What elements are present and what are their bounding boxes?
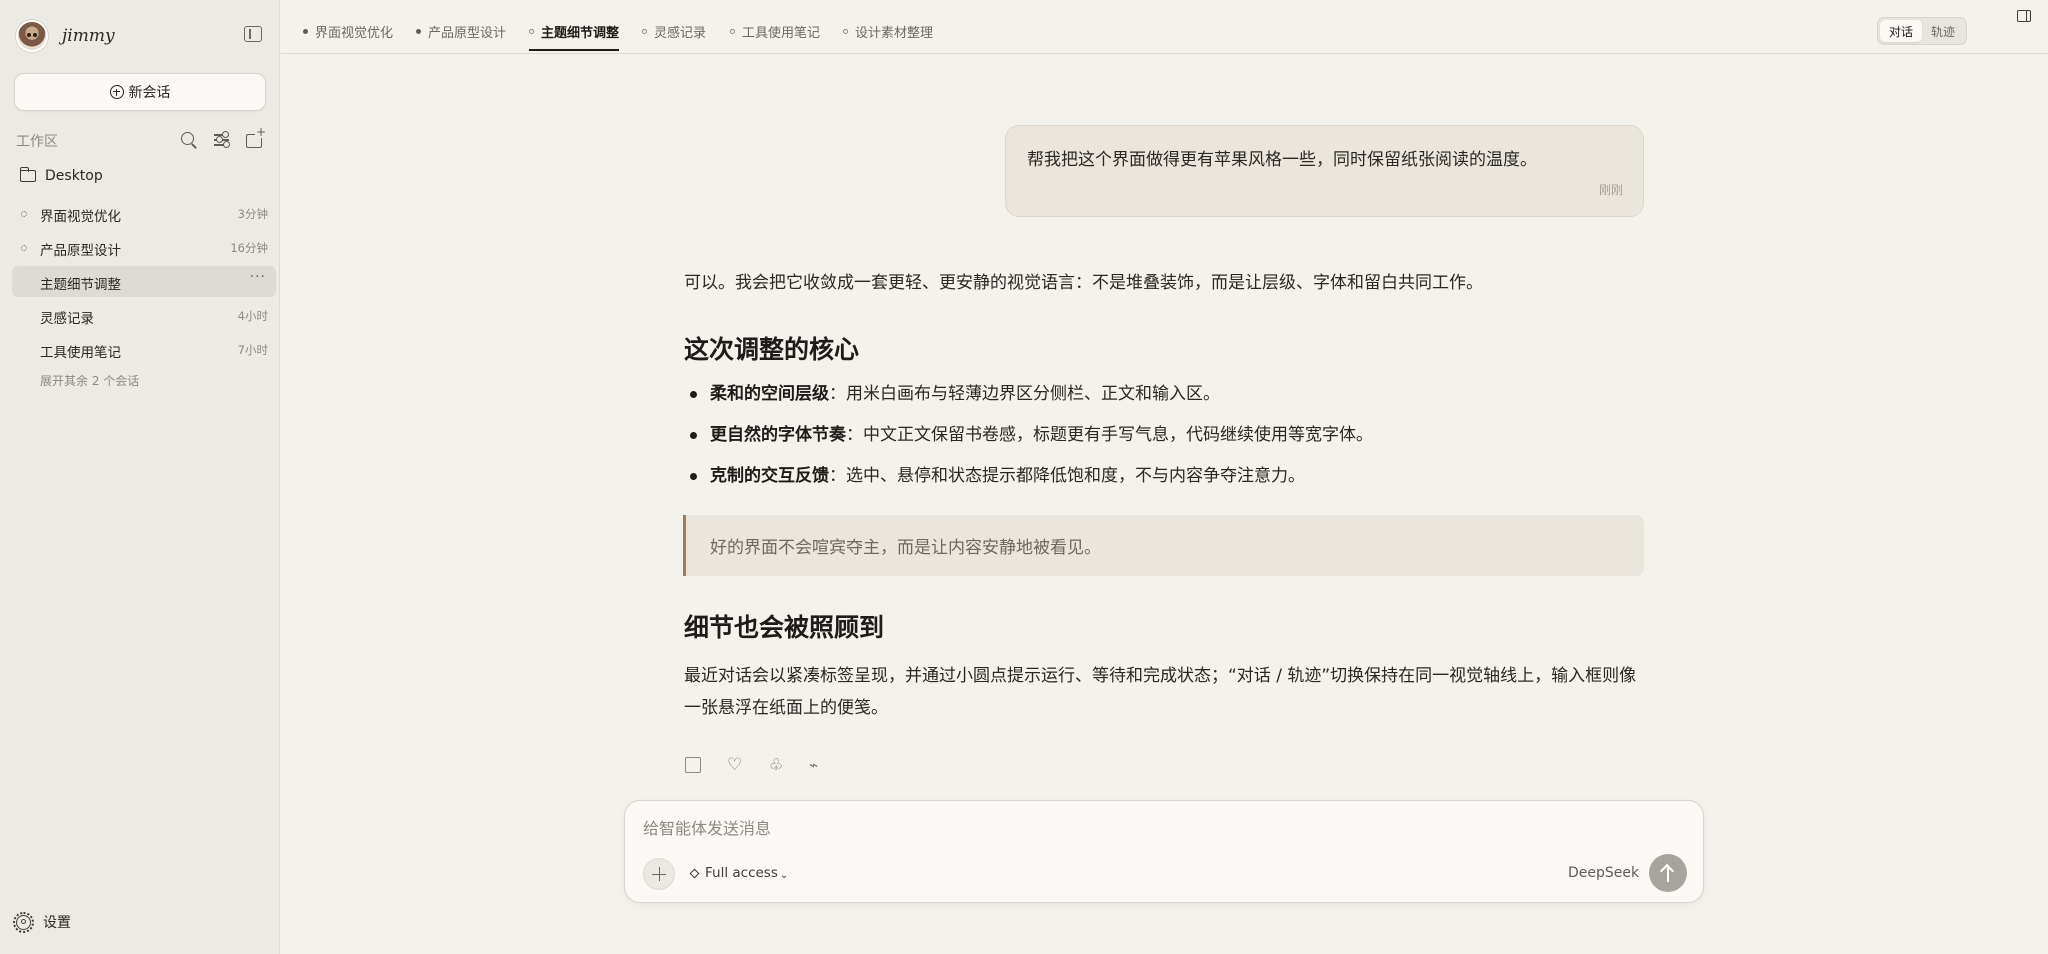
folder-name: Desktop bbox=[45, 168, 103, 184]
tab-label: 灵感记录 bbox=[654, 26, 707, 41]
bullet-bold: 克制的交互反馈 bbox=[710, 466, 829, 486]
sidebar-conversation[interactable]: 工具使用笔记 7小时 bbox=[12, 334, 276, 365]
plus-circle-icon bbox=[109, 85, 124, 99]
avatar[interactable] bbox=[16, 20, 48, 52]
view-toggle-chat[interactable]: 对话 bbox=[1880, 20, 1922, 42]
brand: jimmy bbox=[16, 20, 115, 52]
chevron-down-icon: ⌄ bbox=[779, 869, 789, 881]
status-dot-icon bbox=[21, 245, 27, 251]
more-options-icon[interactable]: ··· bbox=[250, 269, 266, 285]
message-input[interactable] bbox=[643, 819, 1543, 838]
copy-icon[interactable] bbox=[685, 757, 701, 773]
tab-conversation[interactable]: 产品原型设计 bbox=[416, 22, 506, 41]
access-label: Full access bbox=[705, 865, 778, 881]
sidebar-conversation[interactable]: 灵感记录 4小时 bbox=[12, 300, 276, 331]
assistant-intro: 可以。我会把它收敛成一套更轻、更安静的视觉语言：不是堆叠装饰，而是让层级、字体和… bbox=[684, 273, 1483, 293]
attach-plus-button[interactable] bbox=[643, 858, 675, 890]
heart-icon[interactable]: ♡ bbox=[727, 757, 745, 775]
conversation-time: 3分钟 bbox=[237, 207, 268, 221]
new-folder-icon[interactable] bbox=[245, 126, 268, 149]
conversation-time: 4小时 bbox=[237, 309, 268, 323]
tab-label: 主题细节调整 bbox=[541, 26, 620, 41]
idle-dot-icon bbox=[730, 29, 735, 34]
status-dot-icon bbox=[21, 211, 27, 217]
tab-conversation[interactable]: 设计素材整理 bbox=[843, 22, 933, 41]
diamond-icon bbox=[689, 868, 700, 878]
running-dot-icon bbox=[416, 29, 421, 34]
conversation-title: 工具使用笔记 bbox=[40, 345, 121, 361]
idle-dot-icon bbox=[642, 29, 647, 34]
view-toggle-trace[interactable]: 轨迹 bbox=[1922, 20, 1964, 42]
tab-conversation-active[interactable]: 主题细节调整 bbox=[529, 22, 620, 51]
tab-conversation[interactable]: 灵感记录 bbox=[642, 22, 706, 41]
tab-conversation[interactable]: 界面视觉优化 bbox=[303, 22, 393, 41]
settings-button[interactable]: 设置 bbox=[13, 911, 71, 933]
tab-label: 设计素材整理 bbox=[855, 26, 934, 41]
list-item: 更自然的字体节奏：中文正文保留书卷感，标题更有手写气息，代码继续使用等宽字体。 bbox=[684, 423, 1644, 464]
idle-dot-icon bbox=[843, 29, 848, 34]
list-item: 克制的交互反馈：选中、悬停和状态提示都降低饱和度，不与内容争夺注意力。 bbox=[684, 464, 1644, 505]
conversation-title: 界面视觉优化 bbox=[40, 209, 121, 225]
tab-label: 界面视觉优化 bbox=[315, 26, 394, 41]
tab-label: 工具使用笔记 bbox=[742, 26, 821, 41]
conversation-title: 产品原型设计 bbox=[40, 243, 121, 259]
bullet-text: ：中文正文保留书卷感，标题更有手写气息，代码继续使用等宽字体。 bbox=[846, 425, 1373, 445]
user-message-bubble: 帮我把这个界面做得更有苹果风格一些，同时保留纸张阅读的温度。 刚刚 bbox=[1005, 125, 1644, 217]
send-button[interactable] bbox=[1649, 854, 1687, 892]
sidebar-conversation[interactable]: 产品原型设计 16分钟 bbox=[12, 232, 276, 263]
access-mode-dropdown[interactable]: Full access ⌄ bbox=[689, 865, 789, 881]
filter-icon[interactable] bbox=[213, 131, 231, 149]
bullet-text: ：选中、悬停和状态提示都降低饱和度，不与内容争夺注意力。 bbox=[829, 466, 1305, 486]
workspace-label: 工作区 bbox=[16, 134, 58, 150]
folder-icon bbox=[19, 167, 36, 182]
right-panel-toggle-icon[interactable] bbox=[2017, 10, 2031, 22]
sidebar-toggle-icon[interactable] bbox=[244, 26, 262, 42]
expand-more-link[interactable]: 展开其余 2 个会话 bbox=[40, 372, 139, 389]
conversation-title: 灵感记录 bbox=[40, 311, 94, 327]
new-chat-button[interactable]: 新会话 bbox=[14, 73, 266, 111]
gear-icon bbox=[13, 911, 34, 933]
assistant-heading: 这次调整的核心 bbox=[684, 335, 860, 364]
sidebar: jimmy 新会话 工作区 Desktop 界面视觉优化 3分钟 产品原型设计 … bbox=[0, 0, 280, 954]
search-icon[interactable] bbox=[180, 131, 198, 149]
sidebar-conversation[interactable]: 界面视觉优化 3分钟 bbox=[12, 198, 276, 229]
running-dot-icon bbox=[303, 29, 308, 34]
conversation-time: 16分钟 bbox=[230, 241, 268, 255]
idle-dot-icon bbox=[529, 29, 534, 34]
branch-icon[interactable]: ♧ bbox=[769, 757, 787, 775]
tab-conversation[interactable]: 工具使用笔记 bbox=[730, 22, 820, 41]
top-tab-bar: 界面视觉优化 产品原型设计 主题细节调整 灵感记录 工具使用笔记 设计素材整理 bbox=[281, 0, 2048, 54]
user-message-text: 帮我把这个界面做得更有苹果风格一些，同时保留纸张阅读的温度。 bbox=[1027, 150, 1537, 170]
assistant-heading: 细节也会被照顾到 bbox=[684, 613, 885, 642]
bullet-text: ：用米白画布与轻薄边界区分侧栏、正文和输入区。 bbox=[829, 384, 1220, 404]
quote-text: 好的界面不会喧宾夺主，而是让内容安静地被看见。 bbox=[710, 538, 1101, 558]
model-selector[interactable]: DeepSeek bbox=[1568, 865, 1639, 881]
folder-desktop[interactable]: Desktop bbox=[19, 167, 103, 184]
list-item: 柔和的空间层级：用米白画布与轻薄边界区分侧栏、正文和输入区。 bbox=[684, 382, 1644, 423]
share-icon[interactable]: ⌁ bbox=[809, 757, 827, 775]
assistant-closing: 最近对话会以紧凑标签呈现，并通过小圆点提示运行、等待和完成状态；“对话 / 轨迹… bbox=[684, 666, 1637, 718]
view-toggle: 对话 轨迹 bbox=[1877, 17, 1967, 45]
new-chat-label: 新会话 bbox=[128, 85, 171, 101]
bullet-bold: 柔和的空间层级 bbox=[710, 384, 829, 404]
message-timestamp: 刚刚 bbox=[1598, 183, 1623, 197]
sidebar-conversation-active[interactable]: 主题细节调整 ··· bbox=[12, 266, 276, 297]
bullet-bold: 更自然的字体节奏 bbox=[710, 425, 846, 445]
assistant-bullet-list: 柔和的空间层级：用米白画布与轻薄边界区分侧栏、正文和输入区。 更自然的字体节奏：… bbox=[684, 382, 1644, 505]
user-name: jimmy bbox=[62, 26, 115, 46]
blockquote: 好的界面不会喧宾夺主，而是让内容安静地被看见。 bbox=[683, 515, 1644, 576]
message-composer: Full access ⌄ DeepSeek bbox=[624, 800, 1704, 903]
tab-label: 产品原型设计 bbox=[428, 26, 507, 41]
conversation-title: 主题细节调整 bbox=[40, 277, 121, 293]
conversation-time: 7小时 bbox=[237, 343, 268, 357]
settings-label: 设置 bbox=[43, 915, 71, 931]
